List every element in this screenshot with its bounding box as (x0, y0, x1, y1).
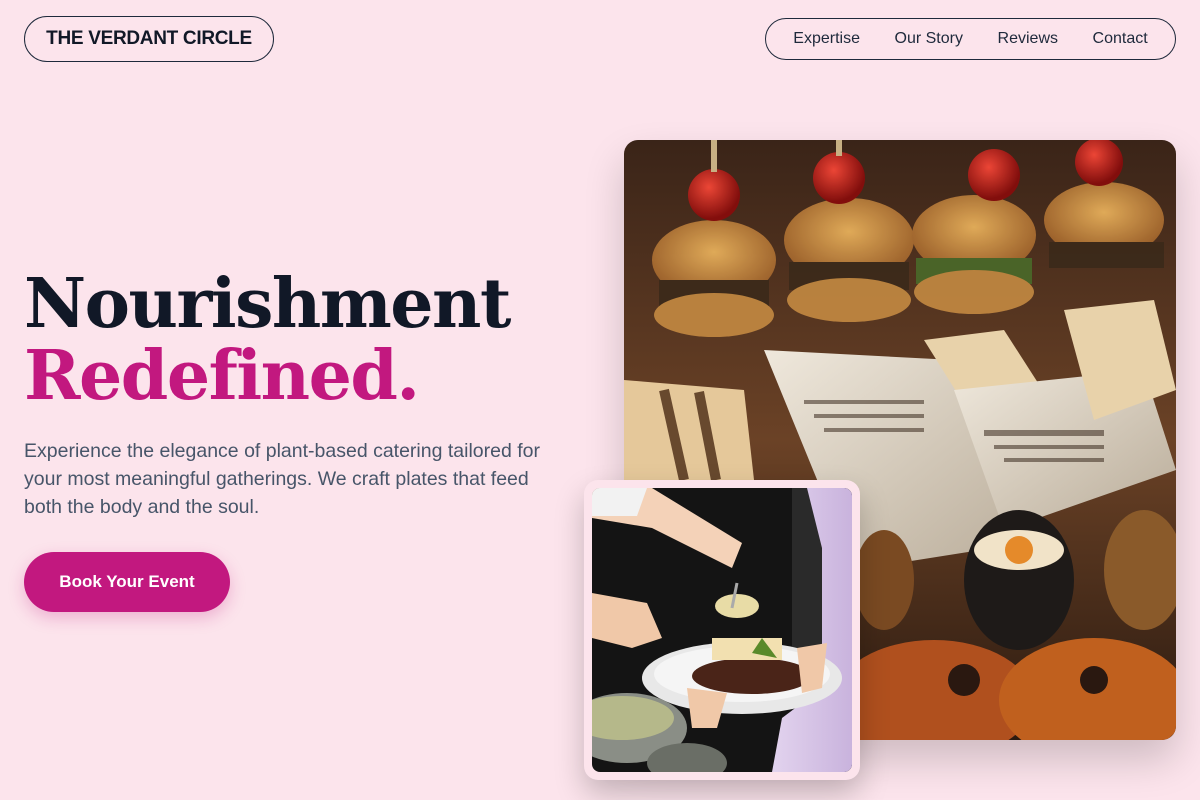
plate-serving-photo-frame (584, 480, 860, 780)
hero-title-line2: Redefined. (24, 336, 420, 416)
hero-description: Experience the elegance of plant-based c… (24, 440, 540, 518)
nav-item-contact[interactable]: Contact (1093, 30, 1148, 48)
book-event-button[interactable]: Book Your Event (24, 552, 230, 612)
brand-name: THE VERDANT CIRCLE (46, 28, 252, 49)
hero-title: Nourishment Redefined. (24, 264, 511, 416)
nav-item-reviews[interactable]: Reviews (998, 30, 1058, 48)
brand-logo[interactable]: THE VERDANT CIRCLE (24, 16, 274, 62)
plate-serving-photo (592, 488, 852, 772)
nav-item-our-story[interactable]: Our Story (895, 30, 963, 48)
main-nav: Expertise Our Story Reviews Contact (765, 18, 1176, 60)
nav-item-expertise[interactable]: Expertise (793, 30, 860, 48)
hero-title-line1: Nourishment (24, 264, 511, 344)
